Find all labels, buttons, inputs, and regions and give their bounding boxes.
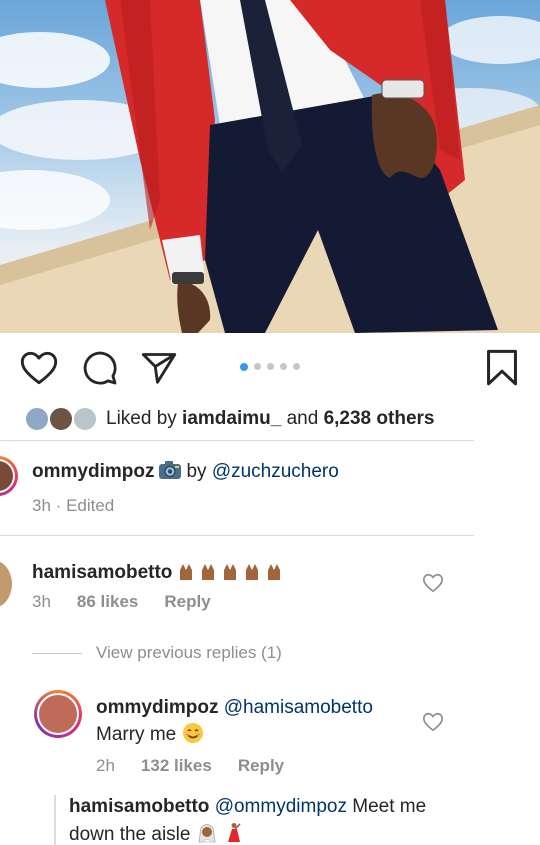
view-previous-replies-button[interactable]: View previous replies (1) [96,643,282,663]
reply-like-heart-icon[interactable] [422,711,444,733]
reply-header: ommydimpoz @hamisamobetto [96,697,373,719]
likes-middle: and [281,408,324,429]
bookmark-icon [487,349,517,386]
divider [0,535,474,536]
caption-meta: 3h · Edited [32,496,114,516]
divider [0,440,474,441]
carousel-dot [293,363,300,370]
reply-username[interactable]: ommydimpoz [96,697,218,718]
reply-text: Marry me [96,724,177,745]
caption-by: by [186,461,207,482]
comment-username[interactable]: hamisamobetto [32,562,172,583]
liker-avatar [48,406,74,432]
caption-credit-mention[interactable]: @zuchzuchero [212,461,339,482]
reply-meta: 2h 132 likes Reply [96,756,284,776]
bride-emoji-icon [196,822,218,845]
carousel-dot [280,363,287,370]
comment-like-heart-icon[interactable] [422,572,444,594]
likes-others-count[interactable]: 6,238 others [324,408,435,429]
reply-author-avatar[interactable] [34,690,82,738]
reply-likes-count[interactable]: 132 likes [141,756,212,775]
liker-avatar [24,406,50,432]
post-photo[interactable] [0,0,540,333]
share-button[interactable] [139,348,179,388]
save-button[interactable] [482,348,522,388]
reply-thread-rule [54,795,56,845]
replies-divider-line [32,653,82,654]
likes-text: Liked by iamdaimu_ and 6,238 others [106,408,434,430]
carousel-dot-active [240,362,248,371]
reply-mention[interactable]: @hamisamobetto [224,697,373,718]
reply-2-header: hamisamobetto @ommydimpoz Meet me [69,796,426,818]
reply-text-line: Marry me [96,722,204,750]
caption-time: 3h [32,496,51,515]
comment-bubble-icon [83,351,117,385]
comment-reply-button[interactable]: Reply [164,592,210,611]
dancer-emoji-icon [223,822,243,845]
post-photo-illustration [0,0,540,333]
reply-time: 2h [96,756,115,775]
carousel-indicator [240,362,300,371]
caption: ommydimpoz by @zuchzuchero [32,460,339,486]
commenter-avatar[interactable] [0,560,12,608]
carousel-dot [254,363,261,370]
carousel-dot [267,363,274,370]
liker-avatars [24,404,102,434]
paper-plane-icon [141,353,177,384]
reply-2-username[interactable]: hamisamobetto [69,796,209,817]
raised-hands-emoji-icon [178,560,288,588]
camera-emoji-icon [158,460,182,486]
reply-2-text-line2: down the aisle [69,824,191,845]
reply-reply-button[interactable]: Reply [238,756,284,775]
author-avatar[interactable] [0,456,18,496]
caption-edited-label: Edited [66,496,115,515]
comment-likes-count[interactable]: 86 likes [77,592,138,611]
reply-2-text-line1: Meet me [352,796,427,817]
reply-2-text-line: down the aisle [69,822,243,845]
liker-avatar [72,406,98,432]
liker-username[interactable]: iamdaimu_ [182,408,281,429]
like-button[interactable] [19,348,59,388]
comment-button[interactable] [80,348,120,388]
likes-prefix: Liked by [106,408,183,429]
comment-time: 3h [32,592,51,611]
caption-username[interactable]: ommydimpoz [32,461,154,482]
smiling-face-emoji-icon [182,722,204,750]
comment: hamisamobetto [32,560,288,588]
likes-summary[interactable]: Liked by iamdaimu_ and 6,238 others [24,403,434,435]
caption-separator: · [55,496,62,515]
reply-2-mention[interactable]: @ommydimpoz [215,796,347,817]
heart-icon [20,351,58,385]
comment-meta: 3h 86 likes Reply [32,592,211,612]
